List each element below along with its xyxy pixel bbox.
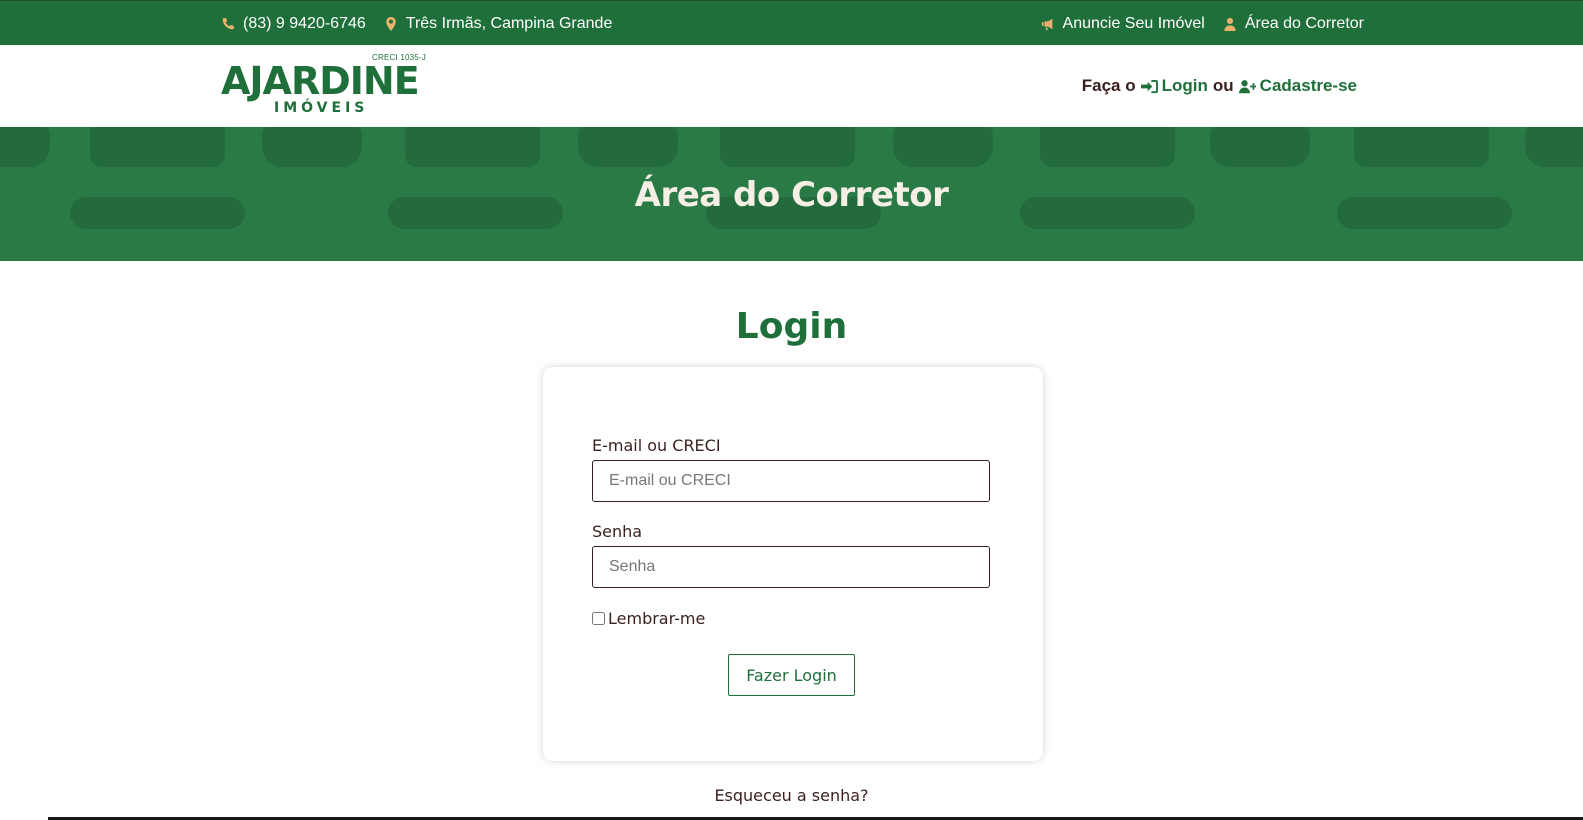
- login-link-label: Login: [1161, 76, 1208, 95]
- top-bar: (83) 9 9420-6746 Três Irmãs, Campina Gra…: [0, 0, 1583, 45]
- auth-prefix: Faça o: [1081, 76, 1136, 95]
- location-text: Três Irmãs, Campina Grande: [405, 14, 613, 32]
- email-label: E-mail ou CRECI: [592, 436, 721, 455]
- phone-icon: [222, 17, 235, 29]
- user-plus-icon: [1238, 79, 1256, 93]
- site-logo[interactable]: CRECI 1035-J AJARDINE IMÓVEIS: [221, 53, 426, 123]
- remember-checkbox[interactable]: [592, 612, 605, 625]
- user-icon: [1224, 17, 1236, 31]
- phone-number: (83) 9 9420-6746: [243, 14, 366, 32]
- login-button[interactable]: Fazer Login: [728, 654, 855, 696]
- password-input[interactable]: [592, 546, 990, 588]
- login-link[interactable]: Login: [1140, 76, 1208, 96]
- logo-subtitle: IMÓVEIS: [274, 100, 369, 116]
- page-banner: Área do Corretor: [0, 127, 1583, 261]
- broker-area-link[interactable]: Área do Corretor: [1223, 15, 1364, 33]
- announce-label: Anuncie Seu Imóvel: [1062, 14, 1205, 32]
- auth-or: ou: [1212, 76, 1234, 95]
- topbar-links: Anuncie Seu Imóvel Área do Corretor: [1041, 15, 1364, 33]
- email-input[interactable]: [592, 460, 990, 502]
- forgot-password-link[interactable]: Esqueceu a senha?: [0, 786, 1583, 805]
- register-link[interactable]: Cadastre-se: [1238, 76, 1357, 96]
- register-link-label: Cadastre-se: [1259, 76, 1357, 95]
- page-title: Área do Corretor: [634, 175, 949, 215]
- map-pin-icon: [385, 16, 396, 31]
- login-title: Login: [735, 306, 848, 347]
- logo-brand: AJARDINE: [221, 59, 420, 103]
- bullhorn-icon: [1041, 18, 1052, 30]
- contact-info: (83) 9 9420-6746 Três Irmãs, Campina Gra…: [221, 15, 612, 33]
- auth-links: Faça o Login ou Cadastre-se: [1082, 76, 1357, 96]
- broker-area-label: Área do Corretor: [1244, 14, 1364, 32]
- login-card: E-mail ou CRECI Senha Lembrar-me Fazer L…: [543, 367, 1043, 761]
- location-link[interactable]: Três Irmãs, Campina Grande: [384, 14, 613, 33]
- password-label: Senha: [592, 522, 643, 541]
- phone-link[interactable]: (83) 9 9420-6746: [221, 15, 366, 33]
- remember-label: Lembrar-me: [608, 609, 706, 628]
- site-header: CRECI 1035-J AJARDINE IMÓVEIS Faça o Log…: [0, 45, 1583, 127]
- sign-in-icon: [1140, 79, 1158, 93]
- announce-link[interactable]: Anuncie Seu Imóvel: [1041, 15, 1205, 33]
- remember-me[interactable]: Lembrar-me: [592, 609, 705, 628]
